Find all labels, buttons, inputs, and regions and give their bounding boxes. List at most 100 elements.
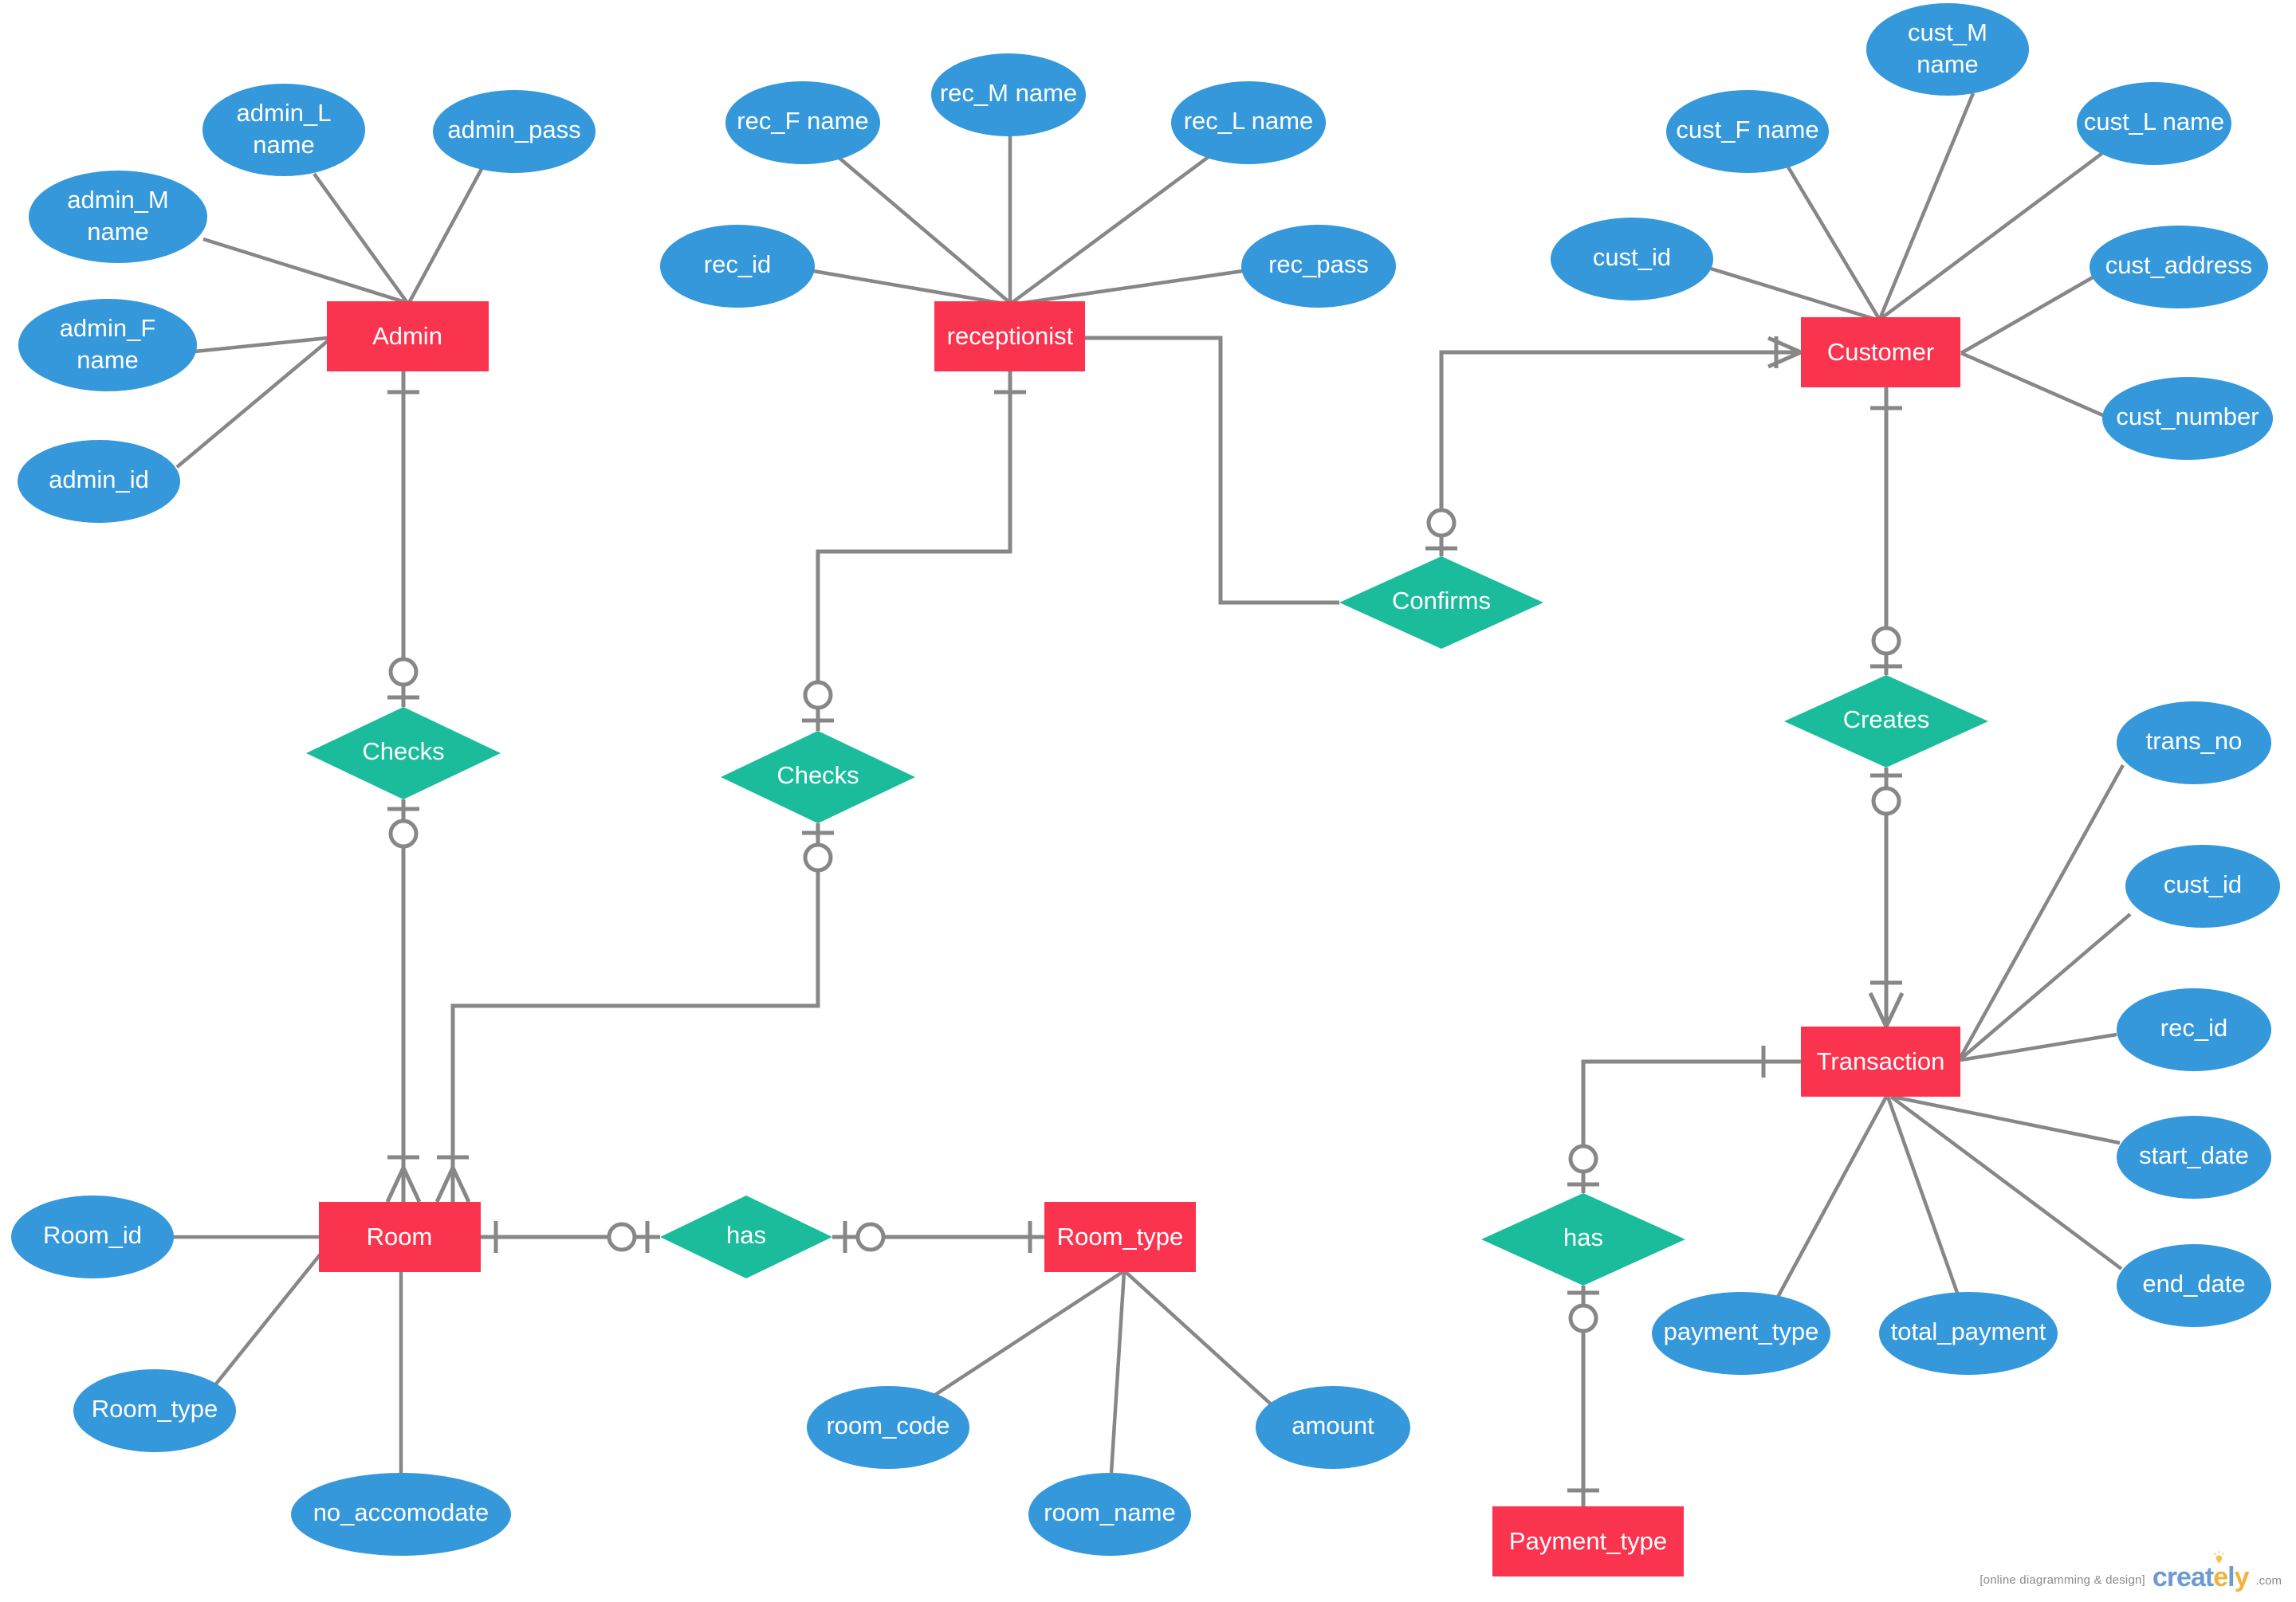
attribute-label: cust_id [1593, 243, 1671, 271]
marker-zero-creates-top [1871, 626, 1901, 656]
attribute-cust_address[interactable]: cust_address [2090, 226, 2268, 308]
attribute-label: Room_type [92, 1395, 218, 1423]
attribute-ellipse[interactable] [1866, 3, 2029, 96]
watermark-brand-part1: creat [2152, 1562, 2214, 1592]
edge-checks_rec-room [450, 823, 820, 1202]
attribute-amount[interactable]: amount [1256, 1386, 1410, 1469]
entity-transaction[interactable]: Transaction [1801, 1027, 1960, 1097]
attribute-label: rec_pass [1268, 250, 1369, 278]
edge-Room_type_attr-room [212, 1239, 333, 1388]
attribute-label-line1: cust_M [1908, 18, 1987, 46]
entity-label: Room_type [1057, 1223, 1184, 1251]
attribute-trans-cust_id[interactable]: cust_id [2125, 845, 2280, 928]
entity-admin[interactable]: Admin [327, 301, 489, 371]
watermark-brand: creately [2152, 1550, 2250, 1592]
attribute-label-line2: name [1917, 50, 1979, 78]
attribute-room_name[interactable]: room_name [1028, 1473, 1191, 1556]
attribute-label-line1: admin_M [67, 186, 169, 214]
edge-trans_no-transaction [1959, 764, 2125, 1059]
relationship-has-room[interactable]: has [660, 1196, 832, 1278]
attribute-no_accomodate[interactable]: no_accomodate [291, 1473, 511, 1556]
edge-room_code-room_type [931, 1270, 1124, 1398]
attribute-room_code[interactable]: room_code [807, 1386, 969, 1469]
attribute-admin_pass[interactable]: admin_pass [433, 90, 596, 173]
attribute-label: Room_id [43, 1221, 142, 1249]
lightbulb-icon [2214, 1550, 2225, 1563]
entity-payment_type[interactable]: Payment_type [1492, 1506, 1684, 1576]
attribute-cust_number[interactable]: cust_number [2102, 377, 2273, 460]
edge-confirms-customer [1439, 350, 1801, 556]
er-diagram-canvas: admin_M name admin_L name admin_pass adm… [0, 0, 2296, 1602]
attribute-rec_pass[interactable]: rec_pass [1241, 225, 1396, 308]
relationship-checks-receptionist[interactable]: Checks [721, 731, 915, 823]
attribute-label-line1: admin_L [237, 99, 332, 127]
entity-label: Room [367, 1223, 433, 1251]
attribute-label: trans_no [2146, 727, 2243, 755]
attribute-label: no_accomodate [313, 1498, 489, 1526]
relationship-checks-admin[interactable]: Checks [306, 707, 501, 799]
edge-admin_id-admin [175, 339, 330, 469]
entity-label: receptionist [947, 322, 1074, 350]
edge-admin_F_name-admin [194, 336, 328, 354]
attribute-cust_M_name[interactable]: cust_M name [1866, 3, 2029, 96]
watermark-brand-part4: y [2234, 1562, 2250, 1592]
attribute-Room_id[interactable]: Room_id [11, 1196, 174, 1278]
attribute-rec_L_name[interactable]: rec_L name [1171, 81, 1326, 164]
edge-admin_M_name-admin [202, 237, 408, 305]
marker-many-room-topright [434, 1166, 471, 1203]
relationship-creates[interactable]: Creates [1784, 675, 1988, 768]
attribute-cust_id[interactable]: cust_id [1551, 218, 1713, 300]
marker-zero-has_payment-top [1568, 1144, 1598, 1174]
entity-label: Transaction [1817, 1047, 1945, 1075]
relationship-label: Creates [1843, 705, 1930, 733]
attribute-admin_M_name[interactable]: admin_M name [29, 171, 207, 263]
relationship-label: has [726, 1221, 766, 1249]
edge-payment_type_attr-transaction [1775, 1095, 1888, 1302]
attribute-label-line2: name [253, 131, 315, 159]
entity-room_type[interactable]: Room_type [1044, 1202, 1196, 1272]
attribute-admin_F_name[interactable]: admin_F name [18, 299, 197, 391]
attribute-ellipse[interactable] [202, 84, 365, 176]
edge-admin_pass-admin [407, 167, 483, 304]
attribute-admin_id[interactable]: admin_id [18, 440, 180, 523]
attribute-cust_L_name[interactable]: cust_L name [2077, 82, 2231, 165]
attribute-payment_type[interactable]: payment_type [1652, 1292, 1830, 1375]
edge-receptionist-checks_rec [816, 371, 1012, 731]
entity-customer[interactable]: Customer [1801, 317, 1960, 387]
relationship-label: Checks [362, 737, 444, 765]
attribute-label: cust_L name [2084, 108, 2224, 135]
attribute-label: payment_type [1664, 1317, 1819, 1345]
relationship-confirms[interactable]: Confirms [1339, 556, 1543, 649]
watermark-brand-part3: l [2227, 1562, 2235, 1592]
attribute-label: end_date [2142, 1270, 2245, 1298]
attribute-ellipse[interactable] [29, 171, 207, 263]
attribute-Room_type[interactable]: Room_type [73, 1369, 236, 1452]
attribute-label: total_payment [1891, 1317, 2046, 1345]
attribute-label: admin_pass [447, 116, 580, 143]
watermark-brand-part2: e [2213, 1562, 2228, 1592]
attribute-label: rec_F name [737, 107, 868, 135]
attribute-ellipse[interactable] [18, 299, 197, 391]
entity-room[interactable]: Room [319, 1202, 481, 1272]
attribute-label: rec_M name [940, 79, 1077, 107]
attribute-cust_F_name[interactable]: cust_F name [1666, 90, 1829, 173]
entity-label: Customer [1827, 338, 1934, 366]
attribute-trans_no[interactable]: trans_no [2117, 701, 2271, 784]
marker-many-customer-left [1767, 336, 1803, 369]
marker-zero-checks_rec-bottom [803, 842, 833, 873]
edge-admin_L_name-admin [313, 172, 409, 304]
attribute-end_date[interactable]: end_date [2117, 1244, 2271, 1327]
er-diagram-svg: admin_M name admin_L name admin_pass adm… [11, 3, 2280, 1576]
edge-total_payment-transaction [1885, 1096, 1960, 1294]
attribute-rec_F_name[interactable]: rec_F name [725, 81, 880, 164]
relationship-has-payment[interactable]: has [1481, 1193, 1685, 1286]
attribute-rec_M_name[interactable]: rec_M name [931, 53, 1086, 136]
attribute-start_date[interactable]: start_date [2117, 1116, 2271, 1199]
attribute-label: rec_id [704, 250, 771, 278]
entity-receptionist[interactable]: receptionist [934, 301, 1085, 371]
attribute-rec_id[interactable]: rec_id [660, 225, 815, 308]
attribute-trans-rec_id[interactable]: rec_id [2117, 988, 2271, 1071]
attribute-admin_L_name[interactable]: admin_L name [202, 84, 365, 176]
attribute-label: amount [1292, 1412, 1374, 1439]
attribute-total_payment[interactable]: total_payment [1879, 1292, 2058, 1375]
